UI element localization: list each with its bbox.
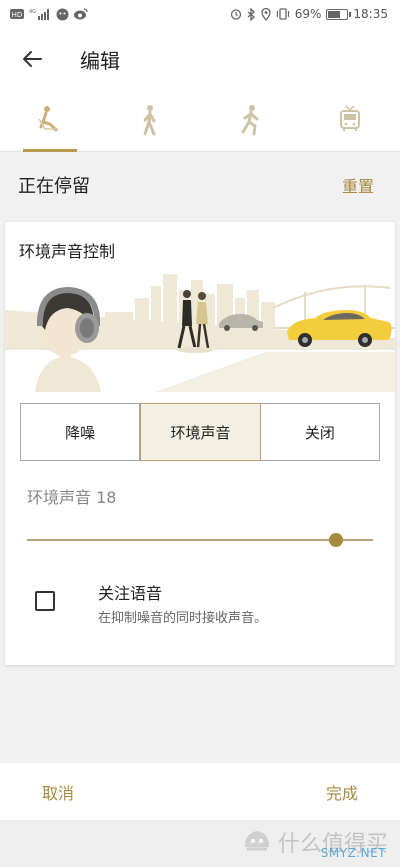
watermark-logo-icon — [244, 831, 269, 851]
clock: 18:35 — [353, 7, 388, 21]
sitting-person-icon — [38, 106, 58, 132]
arrow-left-icon — [23, 51, 42, 67]
page-title: 编辑 — [80, 48, 120, 73]
tab-walking[interactable] — [120, 90, 180, 152]
watermark-sub: SMYZ.NET — [320, 846, 386, 860]
done-button[interactable]: 完成 — [326, 780, 358, 804]
bluetooth-icon — [247, 7, 256, 21]
card-title: 环境声音控制 — [19, 242, 116, 261]
back-button[interactable] — [0, 28, 64, 90]
slider-thumb[interactable] — [329, 533, 344, 547]
svg-text:HD: HD — [12, 11, 23, 19]
focus-voice-description: 在抑制噪音的同时接收声音。 — [98, 611, 268, 626]
location-icon — [261, 7, 271, 21]
ambient-level-slider[interactable] — [27, 532, 373, 548]
mode-ambient-button[interactable]: 环境声音 — [140, 403, 261, 461]
alarm-icon — [230, 8, 242, 20]
section-title: 正在停留 — [18, 176, 90, 197]
focus-voice-checkbox[interactable] — [35, 591, 55, 611]
walking-person-icon — [143, 105, 156, 136]
focus-voice-title: 关注语音 — [98, 584, 163, 603]
hd-badge-icon: HD — [10, 9, 24, 19]
ambient-illustration — [5, 274, 395, 392]
mode-off-button[interactable]: 关闭 — [261, 404, 379, 460]
activity-mode-tabs — [0, 90, 400, 152]
ambient-sound-card: 环境声音控制 降噪 环境声音 关闭 环境声音 18 关注语音 在抑制噪音的同时接… — [5, 222, 395, 665]
footer-bar: 取消 完成 — [0, 762, 400, 820]
battery-fill — [328, 10, 341, 18]
svg-text:4G: 4G — [29, 9, 36, 15]
signal-4g-icon: 4G — [29, 8, 51, 20]
reset-button[interactable]: 重置 — [342, 173, 374, 197]
tab-staying[interactable] — [20, 90, 80, 152]
status-bar: HD 4G 69% 18:35 — [0, 0, 400, 28]
status-left: HD 4G — [10, 8, 88, 21]
section-header: 正在停留 重置 — [0, 152, 400, 218]
noise-mode-selector: 降噪 环境声音 关闭 — [20, 403, 380, 461]
slider-track[interactable] — [27, 539, 373, 541]
vibrate-icon — [276, 8, 290, 20]
battery-icon — [326, 8, 352, 20]
weibo-icon — [74, 8, 88, 20]
mode-noise-cancel-button[interactable]: 降噪 — [21, 404, 141, 460]
tab-running[interactable] — [220, 90, 280, 152]
listener-figure — [35, 286, 101, 392]
tab-transit[interactable] — [320, 90, 380, 152]
cancel-button[interactable]: 取消 — [42, 780, 74, 804]
bus-icon — [340, 105, 360, 131]
wechat-icon — [56, 8, 69, 21]
app-bar: 编辑 — [0, 28, 400, 90]
battery-percent: 69% — [294, 7, 322, 21]
ambient-level-label: 环境声音 18 — [27, 488, 117, 507]
running-person-icon — [241, 105, 259, 136]
status-right: 69% 18:35 — [230, 7, 388, 21]
